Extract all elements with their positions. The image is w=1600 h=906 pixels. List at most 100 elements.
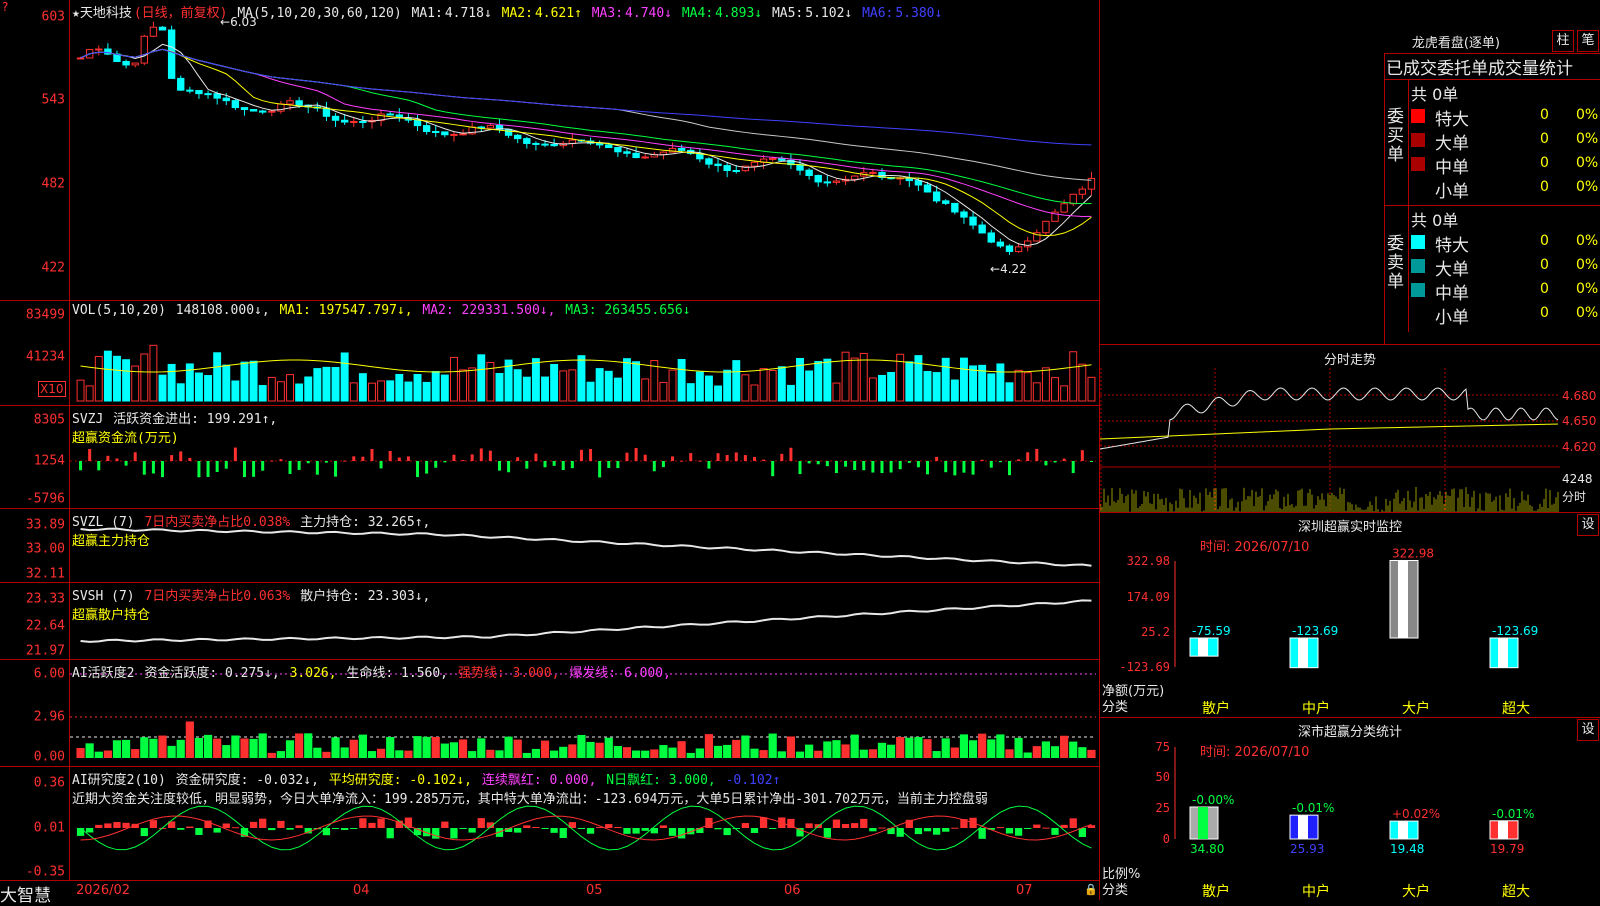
category-label: 中户 — [1302, 883, 1330, 900]
ai-activity-panel[interactable]: 6.00 2.96 0.00 AI活跃度2 资金活跃度: 0.275↓, 3.0… — [0, 660, 1099, 767]
volume-bar — [786, 384, 795, 402]
bar-mode-button[interactable]: 柱 — [1552, 30, 1574, 52]
sz-monitor-panel: 深圳超赢实时监控 设 时间: 2026/07/10 322.98 174.09 25… — [1100, 512, 1600, 717]
bar-highlight — [1198, 638, 1208, 657]
candle-body — [732, 170, 740, 173]
flow-bar — [880, 461, 884, 474]
volume-bar — [176, 383, 185, 402]
svzl-panel[interactable]: 33.89 33.00 32.11 SVZL (7) 7日内买卖净占比0.038… — [0, 509, 1099, 583]
research-bar — [523, 825, 531, 828]
flow-bar — [570, 461, 574, 469]
activity-bar — [1069, 741, 1078, 758]
svsh-panel[interactable]: 23.33 22.64 21.97 SVSH (7) 7日内买卖净占比0.063… — [0, 583, 1099, 660]
research-bar — [213, 828, 221, 833]
research-bar — [122, 822, 130, 828]
research-bar — [723, 828, 731, 836]
flow-bar — [579, 449, 583, 461]
flow-bar — [589, 449, 593, 461]
candlestick-chart[interactable] — [0, 0, 1099, 300]
ma3-value: 4.740↓ — [625, 6, 673, 21]
ai1-header: AI活跃度2 资金活跃度: 0.275↓, 3.026, 生命线: 1.560,… — [72, 662, 673, 681]
flow-bar — [661, 461, 665, 468]
activity-bar — [577, 734, 586, 758]
volume-bar — [941, 357, 950, 402]
category-label: 大单 — [1435, 134, 1469, 154]
volume-bar — [94, 356, 103, 402]
intraday-panel[interactable]: 分时走势 4.680 4.650 4.620 4248 分时 — [1100, 344, 1600, 512]
svzj-panel[interactable]: 8305 1254 -5796 SVZJ 活跃资金进出: 199.291↑, 超… — [0, 406, 1099, 509]
volume-bar — [1069, 351, 1078, 402]
tick-mode-button[interactable]: 笔 — [1577, 30, 1599, 52]
activity-bar — [194, 737, 204, 758]
category-swatch — [1411, 157, 1425, 171]
flow-bar — [352, 456, 356, 461]
candle-body — [149, 26, 158, 37]
volume-bar — [559, 370, 568, 402]
flow-bar — [598, 461, 602, 478]
volume-bar — [550, 363, 559, 402]
research-bar — [331, 828, 340, 829]
x-label: 07 — [1016, 883, 1033, 898]
volume-bar — [313, 368, 322, 402]
ma3-line — [80, 48, 1092, 217]
candle-body — [641, 156, 649, 159]
research-bar — [577, 828, 586, 829]
research-bar — [459, 828, 467, 829]
activity-bar — [331, 737, 340, 758]
activity-bar — [304, 733, 313, 758]
price-label: 4.650 — [1562, 414, 1597, 428]
category-label: 超大 — [1502, 884, 1530, 900]
activity-bar — [723, 744, 732, 758]
value-label: 34.80 — [1190, 842, 1224, 856]
order-count: 0 — [1540, 305, 1549, 321]
flow-bar — [807, 461, 811, 464]
ai-research-panel[interactable]: 0.36 0.01 -0.35 AI研究度2(10) 资金研究度: -0.032… — [0, 767, 1099, 880]
category-swatch — [1411, 259, 1425, 273]
value-label: 19.48 — [1390, 842, 1424, 856]
research-bar — [623, 828, 631, 834]
volume-bar — [85, 385, 94, 402]
flow-bar — [616, 461, 620, 469]
svzl-subtitle: 超赢主力持仓 — [72, 534, 151, 549]
intraday-chart[interactable] — [1100, 344, 1600, 512]
flow-bar — [388, 451, 392, 461]
volume-bar — [368, 382, 376, 402]
research-bar — [869, 828, 877, 832]
stock-name[interactable]: ★天地科技 — [72, 6, 132, 21]
activity-bar — [522, 752, 531, 758]
volume-bar — [468, 367, 477, 402]
candle-body — [222, 97, 230, 102]
candle-body — [869, 171, 877, 174]
ai2-title: AI研究度2(10) — [72, 773, 166, 788]
flow-bar — [634, 447, 638, 461]
order-count: 0 — [1540, 131, 1549, 147]
activity-bar — [149, 738, 158, 758]
volume-bar — [805, 370, 814, 402]
ma4-label: MA4: — [681, 6, 714, 21]
candle-body — [413, 119, 422, 127]
ai2-avg: 平均研究度: -0.102↓, — [328, 773, 473, 788]
ratio-chart: 75 50 25 0 散户 -0.00% 中户 -0.01% 大户 +0.02% 超大 -0.01% 3… — [1156, 740, 1535, 900]
flow-bar — [133, 452, 137, 461]
activity-bar — [814, 750, 823, 758]
activity-bar — [322, 751, 331, 758]
order-percent: 0% — [1576, 281, 1599, 297]
price-panel[interactable]: 603 543 482 422 ★天地科技 (日线，前复权) MA(5,10,20… — [0, 0, 1099, 301]
volume-bar — [167, 363, 176, 402]
flow-bar — [206, 461, 210, 477]
order-percent: 0% — [1576, 305, 1599, 321]
volume-bar — [950, 379, 959, 402]
research-bar — [550, 828, 558, 833]
flow-bar — [161, 461, 165, 478]
activity-bar — [659, 745, 668, 758]
flow-bar — [497, 461, 501, 471]
flow-bar — [1035, 448, 1039, 461]
research-bar — [942, 828, 950, 832]
flow-bar — [397, 457, 401, 461]
volume-panel[interactable]: 83499 41234 X10 VOL(5,10,20) 148108.000↓… — [0, 301, 1099, 406]
activity-bar — [795, 751, 805, 758]
flow-bar — [980, 459, 984, 461]
ma-header: ★天地科技 (日线，前复权) MA(5,10,20,30,60,120) MA1:… — [72, 2, 944, 21]
research-bar — [978, 828, 986, 839]
lock-icon[interactable]: 🔒 — [1084, 883, 1098, 896]
